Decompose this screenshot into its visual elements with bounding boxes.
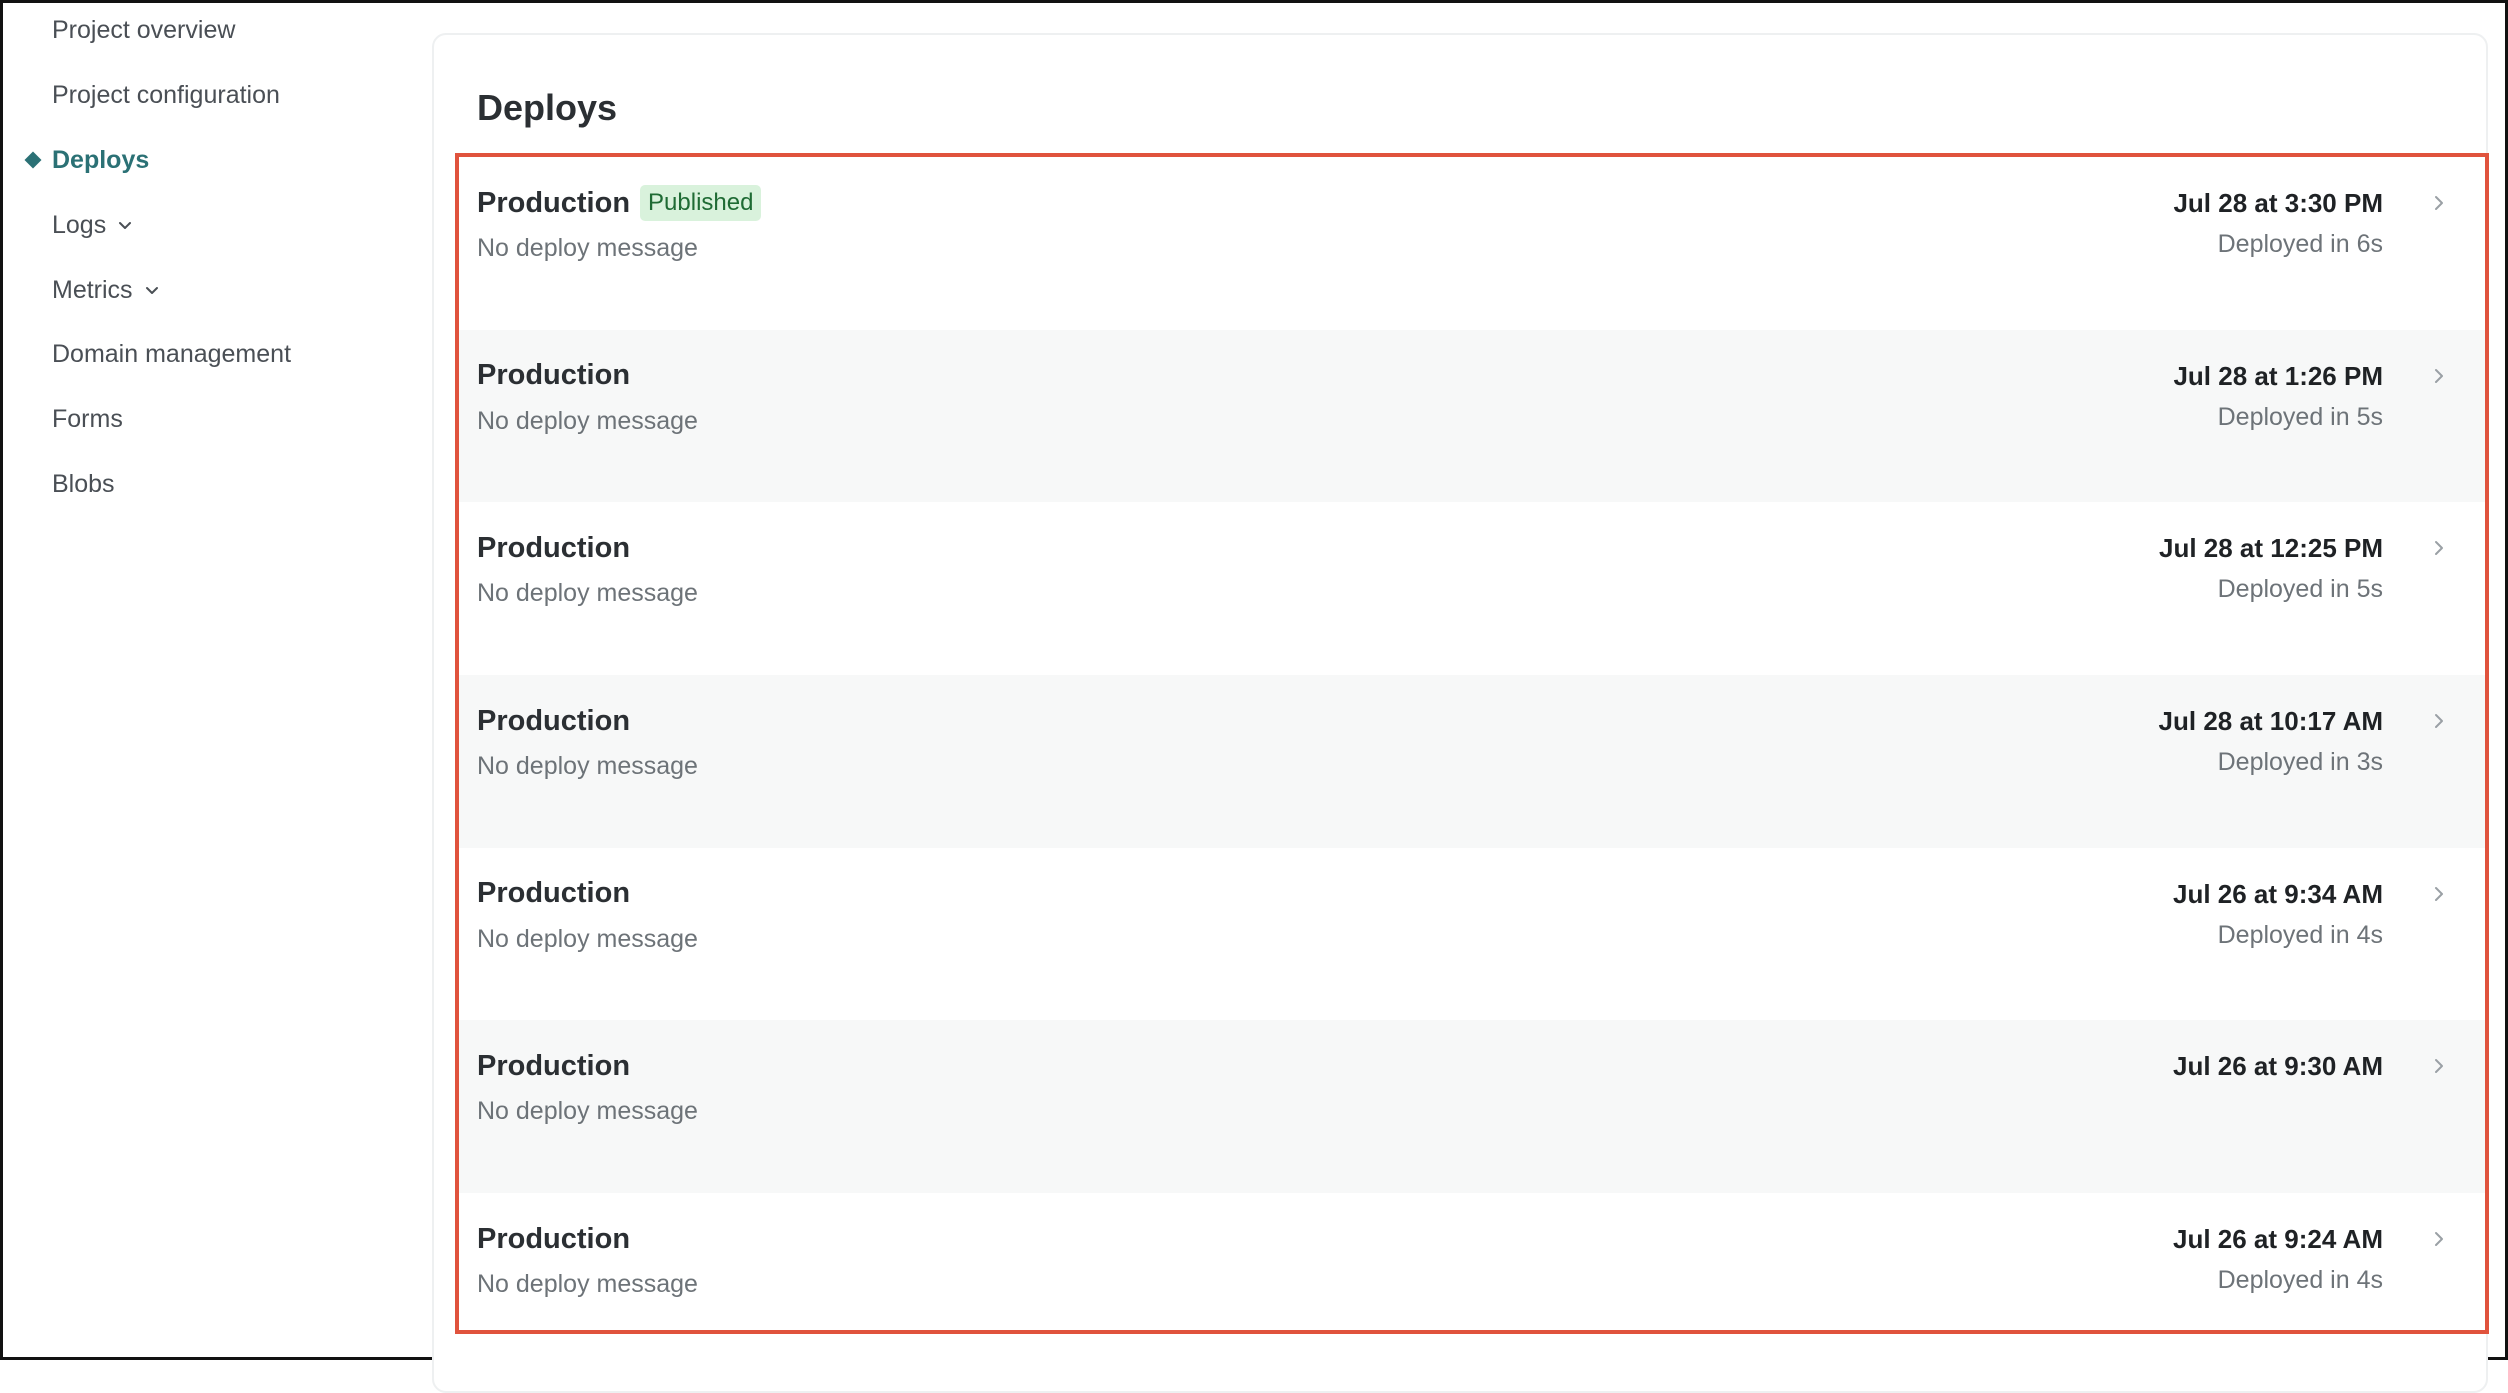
deploy-row[interactable]: Production No deploy message Jul 28 at 1… — [459, 329, 2485, 503]
deploy-row[interactable]: Production No deploy message Jul 26 at 9… — [459, 1020, 2485, 1194]
deploy-message: No deploy message — [477, 752, 698, 781]
deploy-date: Jul 26 at 9:34 AM — [2172, 878, 2383, 909]
deploy-duration: Deployed in 4s — [2217, 1266, 2383, 1295]
deploy-row[interactable]: Production No deploy message Jul 28 at 1… — [459, 502, 2485, 675]
deploy-environment: Production Published — [477, 184, 762, 222]
deploy-environment-label: Production — [477, 877, 631, 910]
deploys-list: Production Published No deploy message J… — [459, 157, 2485, 1366]
deploy-environment-label: Production — [477, 1222, 631, 1255]
chevron-right-icon — [2435, 714, 2443, 729]
sidebar-item-label: Deploys — [52, 146, 150, 174]
deploy-date: Jul 26 at 9:30 AM — [2172, 1051, 2383, 1082]
chevron-right-icon — [2435, 1059, 2443, 1074]
sidebar-item-deploys[interactable]: Deploys — [52, 140, 149, 180]
chevron-down-icon — [145, 287, 158, 294]
chevron-down-icon — [119, 222, 132, 229]
chevron-right-icon — [2435, 886, 2443, 901]
deploy-environment: Production — [477, 702, 630, 740]
deploy-row[interactable]: Production Published No deploy message J… — [459, 157, 2485, 330]
sidebar-item-label: Project overview — [52, 16, 236, 44]
sidebar-item-label: Forms — [52, 405, 123, 433]
status-badge: Published — [640, 185, 762, 221]
deploy-date: Jul 28 at 1:26 PM — [2173, 360, 2383, 391]
deploy-duration: Deployed in 6s — [2217, 230, 2383, 258]
chevron-right-icon — [2435, 368, 2443, 383]
deploy-environment-label: Production — [477, 531, 631, 564]
deploy-environment-label: Production — [477, 1049, 631, 1082]
sidebar-item-label: Blobs — [52, 470, 115, 498]
sidebar-item-label: Domain management — [52, 340, 292, 368]
sidebar-item-forms[interactable]: Forms — [52, 399, 123, 439]
deploy-row[interactable]: Production No deploy message Jul 26 at 9… — [459, 1193, 2485, 1366]
app-window: Project overview Project configuration D… — [0, 0, 2508, 1393]
deploy-message: No deploy message — [477, 1097, 698, 1126]
deploy-row[interactable]: Production No deploy message Jul 26 at 9… — [459, 848, 2485, 1021]
diamond-icon — [24, 151, 42, 169]
deploy-message: No deploy message — [477, 579, 698, 608]
deploy-environment: Production — [477, 1220, 630, 1258]
deploy-message: No deploy message — [477, 234, 698, 262]
deploy-message: No deploy message — [477, 924, 698, 953]
sidebar-item-metrics[interactable]: Metrics — [52, 270, 161, 310]
deploy-date: Jul 28 at 12:25 PM — [2159, 533, 2383, 564]
deploy-environment-label: Production — [477, 704, 631, 737]
deploy-duration: Deployed in 3s — [2217, 748, 2383, 777]
deploy-date: Jul 28 at 3:30 PM — [2173, 188, 2383, 218]
deploy-environment: Production — [477, 529, 630, 567]
sidebar-item-project-configuration[interactable]: Project configuration — [52, 75, 280, 115]
sidebar-item-blobs[interactable]: Blobs — [52, 464, 115, 504]
page-title: Deploys — [477, 87, 618, 128]
deploy-date: Jul 26 at 9:24 AM — [2172, 1224, 2383, 1255]
chevron-right-icon — [2435, 541, 2443, 556]
sidebar-nav: Project overview Project configuration D… — [6, 3, 426, 1357]
deploy-environment: Production — [477, 357, 630, 395]
sidebar-item-domain-management[interactable]: Domain management — [52, 334, 291, 374]
sidebar-item-label: Logs — [52, 211, 107, 239]
sidebar-item-label: Metrics — [52, 276, 133, 304]
deploy-environment-label: Production — [477, 186, 631, 219]
deploy-environment-label: Production — [477, 359, 631, 392]
deploy-message: No deploy message — [477, 406, 698, 435]
deploy-date: Jul 28 at 10:17 AM — [2158, 706, 2383, 737]
deploy-row[interactable]: Production No deploy message Jul 28 at 1… — [459, 675, 2485, 848]
sidebar-item-project-overview[interactable]: Project overview — [52, 10, 235, 50]
deploy-duration: Deployed in 5s — [2217, 575, 2383, 604]
chevron-right-icon — [2435, 1232, 2443, 1247]
deploy-duration: Deployed in 4s — [2217, 920, 2383, 949]
deploy-message: No deploy message — [477, 1270, 698, 1299]
sidebar-item-label: Project configuration — [52, 81, 280, 109]
sidebar-item-logs[interactable]: Logs — [52, 205, 134, 245]
chevron-right-icon — [2435, 196, 2443, 210]
deploy-environment: Production — [477, 875, 630, 913]
deploy-duration: Deployed in 5s — [2217, 402, 2383, 431]
deploy-environment: Production — [477, 1047, 630, 1085]
